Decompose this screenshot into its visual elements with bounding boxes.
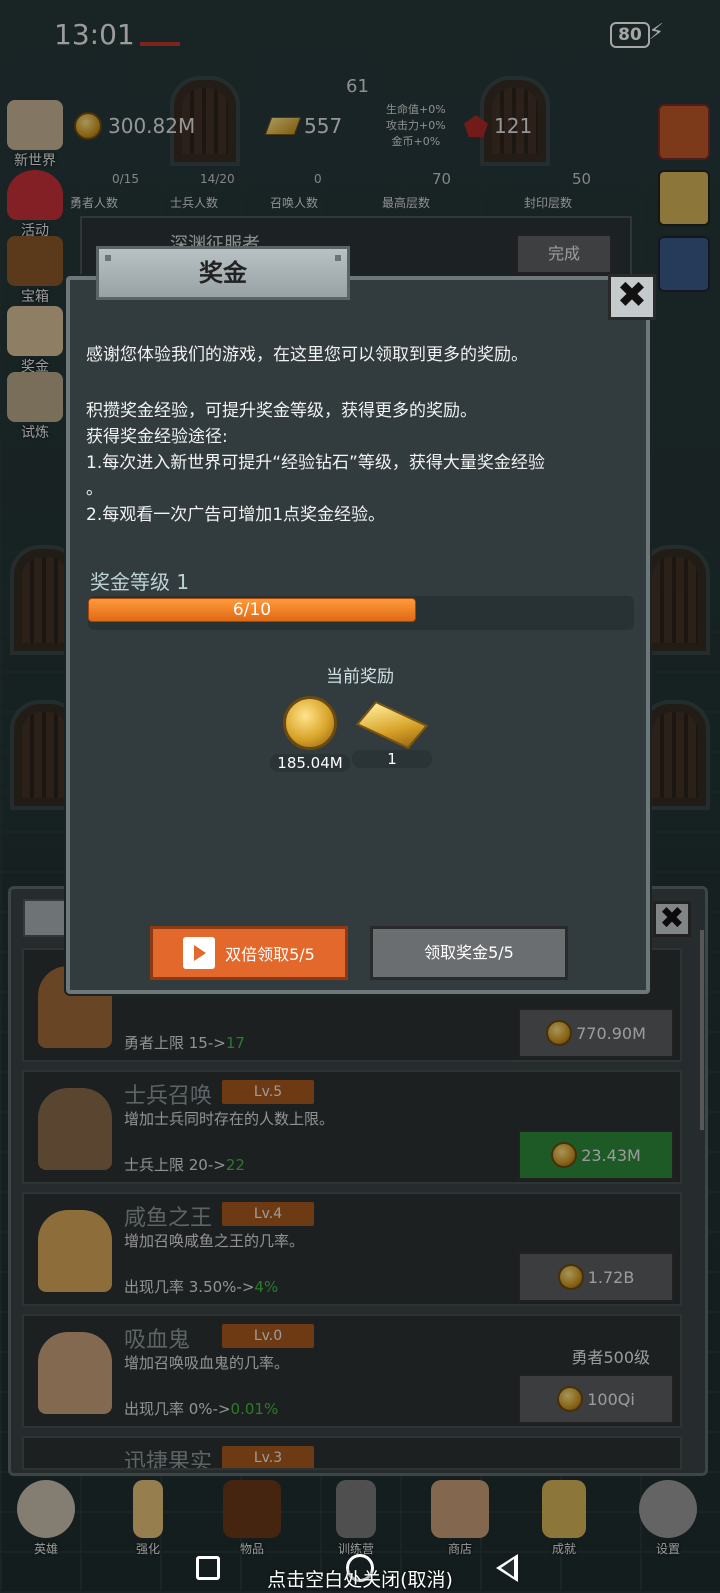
dialog-text-accumulate: 积攒奖金经验，可提升奖金等级，获得更多的奖励。	[86, 401, 477, 421]
reward-gold-amount: 185.04M	[270, 754, 350, 772]
double-claim-button[interactable]: 双倍领取5/5	[150, 926, 348, 980]
reward-gold-bar: 1	[352, 696, 432, 768]
bonus-dialog	[66, 276, 650, 994]
bonus-progress-text: 6/10	[232, 600, 272, 620]
dialog-text-thanks: 感谢您体验我们的游戏，在这里您可以领取到更多的奖励。	[86, 345, 528, 365]
claim-bonus-button[interactable]: 领取奖金5/5	[370, 926, 568, 980]
current-rewards-title: 当前奖励	[326, 667, 394, 687]
dialog-title: 奖金	[96, 246, 350, 300]
double-claim-label: 双倍领取5/5	[225, 945, 315, 964]
bonus-progress-bar: 6/10	[88, 596, 634, 630]
reward-gold-bar-amount: 1	[352, 750, 432, 768]
dialog-text-ways: 获得奖金经验途径:	[86, 427, 228, 447]
reward-gold: 185.04M	[270, 696, 350, 772]
gold-bar-icon	[355, 700, 429, 750]
dialog-text-way1-end: 。	[86, 479, 103, 499]
bonus-level-label: 奖金等级 1	[90, 570, 190, 594]
close-hint: 点击空白处关闭(取消)	[267, 1569, 453, 1591]
dialog-text-way2: 2.每观看一次广告可增加1点奖金经验。	[86, 505, 386, 525]
gold-coin-icon	[283, 696, 337, 750]
close-icon[interactable]: ✖	[608, 274, 656, 320]
video-icon	[183, 937, 216, 969]
dialog-text-way1: 1.每次进入新世界可提升“经验钻石”等级，获得大量奖金经验	[86, 453, 545, 473]
